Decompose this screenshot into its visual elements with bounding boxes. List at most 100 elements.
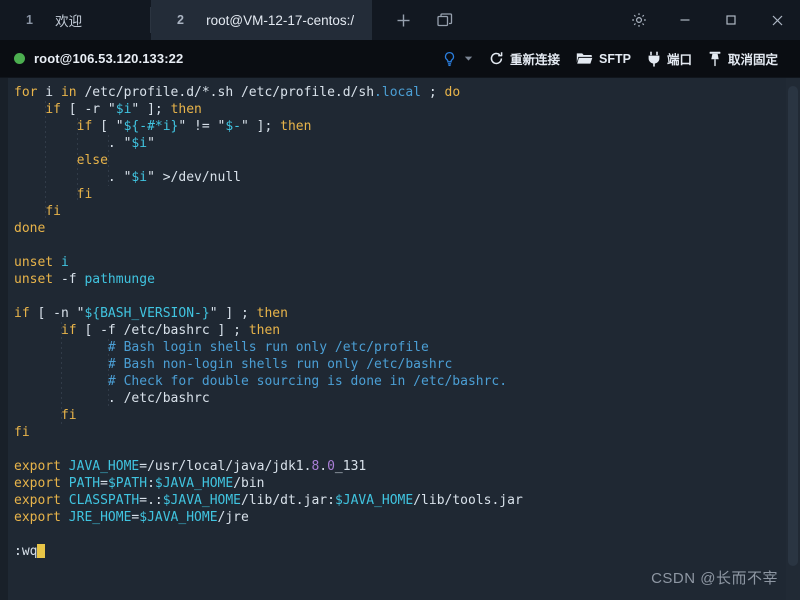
terminal-text-span: . " bbox=[14, 170, 132, 185]
terminal-text-span: if bbox=[76, 119, 93, 134]
terminal-text-span bbox=[61, 476, 69, 491]
terminal-scrollbar[interactable] bbox=[786, 78, 800, 600]
terminal-line: if [ -n "${BASH_VERSION-}" ] ; then bbox=[14, 305, 800, 322]
terminal-text-span: ${BASH_VERSION-} bbox=[84, 306, 210, 321]
terminal-line: fi bbox=[14, 203, 800, 220]
terminal-line: export CLASSPATH=.:$JAVA_HOME/lib/dt.jar… bbox=[14, 492, 800, 509]
terminal-text-span bbox=[61, 510, 69, 525]
terminal-text-span: if bbox=[14, 306, 30, 321]
reconnect-label: 重新连接 bbox=[510, 53, 561, 67]
terminal-text-span: $PATH bbox=[107, 476, 148, 491]
terminal-text-span: :wq bbox=[14, 544, 38, 559]
terminal-text-span: .local bbox=[374, 85, 422, 100]
tab-index: 2 bbox=[177, 13, 185, 27]
terminal-text-span bbox=[61, 459, 69, 474]
refresh-icon bbox=[489, 51, 504, 66]
terminal-text-span bbox=[14, 408, 61, 423]
terminal-text-span: [ " bbox=[92, 119, 124, 134]
port-button[interactable]: 端口 bbox=[639, 45, 700, 72]
terminal-cursor bbox=[37, 544, 46, 558]
terminal-text-span: fi bbox=[60, 408, 77, 423]
terminal-app-window: 1 欢迎 2 root@VM-12-17-centos:/ root@106.5… bbox=[0, 0, 800, 600]
terminal-text-span: ${-#*i} bbox=[123, 119, 179, 134]
sftp-button[interactable]: SFTP bbox=[568, 47, 639, 70]
minimize-button[interactable] bbox=[662, 0, 708, 40]
tab-bar-actions bbox=[372, 0, 472, 40]
terminal-text-span: PATH bbox=[68, 476, 101, 491]
terminal-line: . "$i" >/dev/null bbox=[14, 169, 800, 186]
terminal-text-span bbox=[61, 493, 69, 508]
tab-bar-spacer bbox=[472, 0, 616, 40]
tab-welcome[interactable]: 1 欢迎 bbox=[0, 0, 150, 40]
terminal-line: export JRE_HOME=$JAVA_HOME/jre bbox=[14, 509, 800, 526]
plug-icon bbox=[647, 51, 661, 67]
terminal-text-span: /lib/dt.jar: bbox=[241, 493, 335, 508]
tab-ssh-session[interactable]: 2 root@VM-12-17-centos:/ bbox=[151, 0, 373, 40]
terminal-text-span: 0 bbox=[327, 459, 335, 474]
terminal-text-span: . bbox=[319, 459, 328, 474]
tab-bar: 1 欢迎 2 root@VM-12-17-centos:/ bbox=[0, 0, 800, 40]
terminal-text-span: if bbox=[60, 323, 77, 338]
hint-button[interactable] bbox=[434, 47, 481, 71]
unpin-button[interactable]: 取消固定 bbox=[700, 45, 786, 72]
maximize-button[interactable] bbox=[708, 0, 754, 40]
reconnect-button[interactable]: 重新连接 bbox=[481, 45, 568, 72]
connection-address: root@106.53.120.133:22 bbox=[34, 51, 184, 66]
terminal-text-output[interactable]: for i in /etc/profile.d/*.sh /etc/profil… bbox=[8, 78, 800, 600]
chevron-down-icon bbox=[464, 54, 473, 63]
terminal-text-span: i bbox=[37, 85, 61, 100]
unpin-label: 取消固定 bbox=[727, 53, 778, 67]
terminal-text-span: # Bash login shells run only /etc/profil… bbox=[14, 340, 429, 355]
terminal-line: fi bbox=[14, 424, 800, 441]
terminal-text-span: # Check for double sourcing is done in /… bbox=[14, 374, 508, 389]
terminal-text-span: i bbox=[60, 255, 69, 270]
terminal-text-span: $i bbox=[131, 170, 148, 185]
tab-label: 欢迎 bbox=[55, 14, 83, 29]
terminal-text-span: " ] ; bbox=[209, 306, 257, 321]
window-manager-icon[interactable] bbox=[432, 7, 458, 33]
terminal-line: # Bash non-login shells run only /etc/ba… bbox=[14, 356, 800, 373]
port-label: 端口 bbox=[666, 53, 692, 67]
terminal-text-span: = bbox=[100, 476, 108, 491]
terminal-text-span bbox=[14, 119, 77, 134]
tab-index: 1 bbox=[26, 13, 34, 27]
session-toolbar: root@106.53.120.133:22 重新连接 SFTP 端口 取消固定 bbox=[0, 40, 800, 78]
connection-status: root@106.53.120.133:22 bbox=[14, 51, 183, 66]
terminal-text-span bbox=[14, 187, 77, 202]
terminal-area[interactable]: for i in /etc/profile.d/*.sh /etc/profil… bbox=[0, 78, 800, 600]
terminal-line: :wq bbox=[14, 543, 800, 560]
terminal-text-span: /lib/tools.jar bbox=[413, 493, 523, 508]
terminal-line: if [ -r "$i" ]; then bbox=[14, 101, 800, 118]
terminal-text-span: [ -f /etc/bashrc ] ; bbox=[76, 323, 249, 338]
terminal-text-span: /etc/profile.d/*.sh /etc/profile.d/sh bbox=[76, 85, 375, 100]
terminal-line: export PATH=$PATH:$JAVA_HOME/bin bbox=[14, 475, 800, 492]
terminal-text-span: . /etc/bashrc bbox=[14, 391, 210, 406]
sftp-label: SFTP bbox=[599, 51, 631, 66]
close-button[interactable] bbox=[754, 0, 800, 40]
terminal-text-span: unset bbox=[14, 255, 54, 270]
settings-gear-icon[interactable] bbox=[616, 0, 662, 40]
terminal-text-span: $- bbox=[225, 119, 242, 134]
scrollbar-thumb[interactable] bbox=[788, 86, 798, 566]
terminal-text-span: /jre bbox=[217, 510, 249, 525]
lightbulb-icon bbox=[442, 51, 457, 67]
terminal-text-span bbox=[14, 323, 61, 338]
terminal-text-span: $JAVA_HOME bbox=[139, 510, 218, 525]
terminal-text-span: in bbox=[60, 85, 77, 100]
terminal-text-span: [ -n " bbox=[29, 306, 85, 321]
terminal-line: . "$i" bbox=[14, 135, 800, 152]
terminal-text-span: export bbox=[14, 476, 61, 491]
terminal-text-span: _131 bbox=[334, 459, 367, 474]
window-controls bbox=[616, 0, 800, 40]
terminal-text-span: pathmunge bbox=[84, 272, 155, 287]
terminal-text-span: $JAVA_HOME bbox=[154, 476, 234, 491]
terminal-text-span: fi bbox=[45, 204, 61, 219]
terminal-text-span: JAVA_HOME bbox=[68, 459, 140, 474]
terminal-text-span: done bbox=[14, 221, 46, 236]
terminal-text-span: # Bash non-login shells run only /etc/ba… bbox=[14, 357, 453, 372]
new-tab-icon[interactable] bbox=[390, 7, 416, 33]
terminal-text-span: -f bbox=[53, 272, 85, 287]
